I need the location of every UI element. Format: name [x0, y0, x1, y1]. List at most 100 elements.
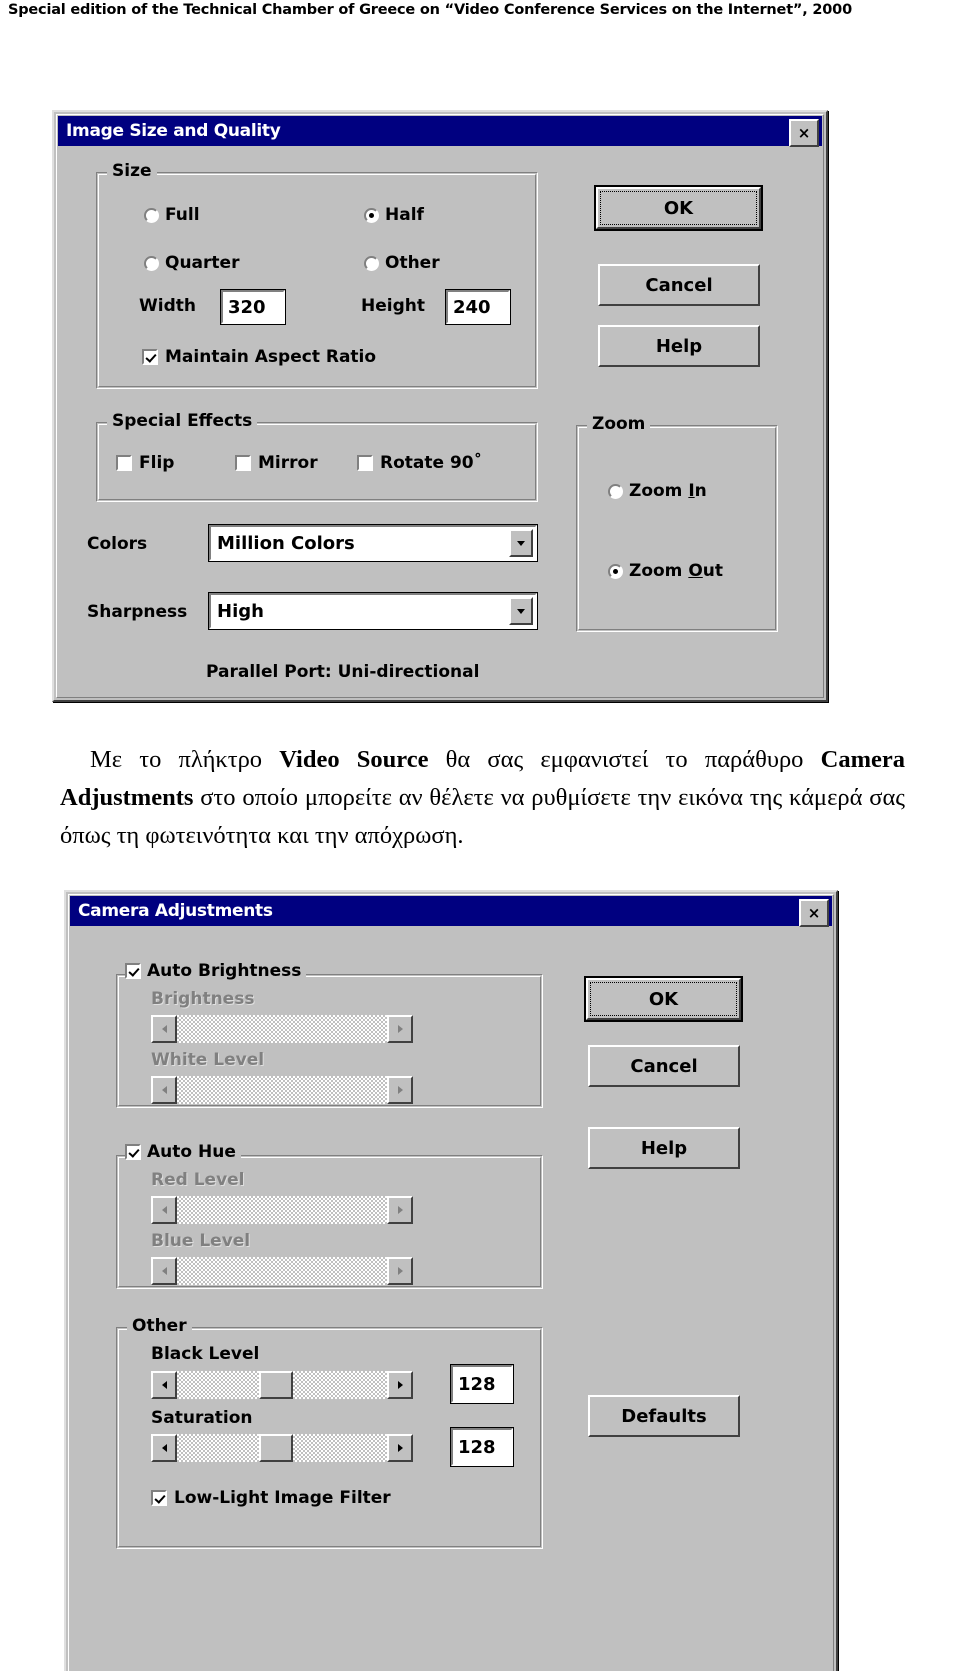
saturation-slider-left-arrow-icon[interactable]: [151, 1434, 177, 1462]
sharpness-label: Sharpness: [87, 602, 188, 622]
blue-level-slider-right-arrow-icon[interactable]: [387, 1257, 413, 1285]
defaults-button[interactable]: Defaults: [588, 1395, 740, 1437]
height-input[interactable]: 240: [445, 289, 511, 325]
black-level-slider-left-arrow-icon[interactable]: [151, 1371, 177, 1399]
radio-zoom-in-indicator[interactable]: [608, 483, 623, 499]
cancel-button-label: Cancel: [645, 274, 713, 296]
saturation-value[interactable]: 128: [450, 1427, 514, 1467]
white-level-slider-track[interactable]: [177, 1076, 387, 1104]
auto-hue-checkbox[interactable]: Auto Hue: [125, 1142, 241, 1162]
saturation-slider-right-arrow-icon[interactable]: [387, 1434, 413, 1462]
cancel-button-label: Cancel: [630, 1055, 698, 1077]
colors-label: Colors: [87, 534, 148, 554]
flip-label: Flip: [139, 453, 175, 473]
camera-adjustments-dialog: Camera Adjustments × Auto Brightness Bri…: [64, 890, 838, 1671]
auto-brightness-check-indicator[interactable]: [125, 963, 141, 979]
black-level-label: Black Level: [151, 1344, 260, 1364]
radio-full[interactable]: Full: [144, 205, 200, 225]
blue-level-slider[interactable]: [151, 1257, 413, 1285]
focus-indicator: [600, 191, 757, 225]
black-level-slider[interactable]: [151, 1371, 413, 1399]
blue-level-slider-track[interactable]: [177, 1257, 387, 1285]
red-level-slider-track[interactable]: [177, 1196, 387, 1224]
radio-quarter-indicator[interactable]: [144, 255, 159, 271]
maintain-aspect-ratio-label: Maintain Aspect Ratio: [165, 347, 377, 367]
rotate-90-checkbox[interactable]: Rotate 90˚: [357, 453, 482, 473]
black-level-slider-right-arrow-icon[interactable]: [387, 1371, 413, 1399]
mirror-checkbox[interactable]: Mirror: [235, 453, 318, 473]
flip-checkbox[interactable]: Flip: [116, 453, 174, 473]
red-level-slider[interactable]: [151, 1196, 413, 1224]
dialog2-title: Camera Adjustments: [78, 901, 273, 921]
width-label: Width: [139, 296, 196, 316]
paragraph-text-2: θα σας εμφανιστεί το παράθυρο: [428, 746, 821, 773]
ok-button[interactable]: OK: [594, 185, 763, 231]
flip-check-indicator[interactable]: [116, 455, 132, 471]
black-level-value[interactable]: 128: [450, 1364, 514, 1404]
mirror-label: Mirror: [258, 453, 318, 473]
brightness-slider-left-arrow-icon[interactable]: [151, 1015, 177, 1043]
radio-other-indicator[interactable]: [364, 255, 379, 271]
radio-half-label: Half: [385, 205, 424, 225]
dialog1-titlebar[interactable]: Image Size and Quality ×: [58, 116, 822, 147]
auto-hue-check-indicator[interactable]: [125, 1144, 141, 1160]
red-level-slider-left-arrow-icon[interactable]: [151, 1196, 177, 1224]
ok-button[interactable]: OK: [584, 976, 743, 1022]
radio-zoom-out-label: Zoom Out: [629, 561, 724, 581]
radio-zoom-out-indicator[interactable]: [608, 563, 623, 579]
paragraph-bold-video-source: Video Source: [279, 746, 429, 773]
radio-quarter-label: Quarter: [165, 253, 240, 273]
red-level-slider-right-arrow-icon[interactable]: [387, 1196, 413, 1224]
rotate-90-check-indicator[interactable]: [357, 455, 373, 471]
radio-other-label: Other: [385, 253, 440, 273]
dialog2-titlebar[interactable]: Camera Adjustments ×: [70, 896, 832, 927]
radio-quarter[interactable]: Quarter: [144, 253, 239, 273]
radio-other[interactable]: Other: [364, 253, 440, 273]
width-input[interactable]: 320: [220, 289, 286, 325]
low-light-image-filter-check-indicator[interactable]: [151, 1490, 167, 1506]
saturation-slider-track[interactable]: [177, 1434, 387, 1462]
chevron-down-icon[interactable]: [509, 529, 533, 557]
radio-full-indicator[interactable]: [144, 207, 159, 223]
saturation-slider[interactable]: [151, 1434, 413, 1462]
red-level-label: Red Level: [151, 1170, 245, 1190]
brightness-slider[interactable]: [151, 1015, 413, 1043]
white-level-slider-left-arrow-icon[interactable]: [151, 1076, 177, 1104]
saturation-slider-thumb[interactable]: [258, 1434, 293, 1462]
cancel-button[interactable]: Cancel: [588, 1045, 740, 1087]
height-label: Height: [361, 296, 425, 316]
help-button[interactable]: Help: [598, 325, 760, 367]
body-paragraph: Με το πλήκτρο Video Source θα σας εμφανι…: [60, 741, 905, 855]
help-button-label: Help: [640, 1137, 688, 1159]
radio-half[interactable]: Half: [364, 205, 424, 225]
radio-zoom-out[interactable]: Zoom Out: [608, 561, 723, 581]
chevron-down-icon[interactable]: [509, 597, 533, 625]
colors-dropdown-value: Million Colors: [217, 532, 355, 554]
size-group-label: Size: [107, 161, 157, 181]
auto-brightness-checkbox[interactable]: Auto Brightness: [125, 961, 307, 981]
radio-half-indicator[interactable]: [364, 207, 379, 223]
close-icon[interactable]: ×: [789, 119, 819, 147]
colors-dropdown[interactable]: Million Colors: [208, 524, 538, 562]
maintain-aspect-ratio-checkbox[interactable]: Maintain Aspect Ratio: [142, 347, 376, 367]
sharpness-dropdown[interactable]: High: [208, 592, 538, 630]
white-level-slider[interactable]: [151, 1076, 413, 1104]
zoom-group-label: Zoom: [587, 414, 651, 434]
help-button[interactable]: Help: [588, 1127, 740, 1169]
parallel-port-status: Parallel Port: Uni-directional: [206, 662, 480, 682]
document-running-header: Special edition of the Technical Chamber…: [8, 2, 852, 18]
mirror-check-indicator[interactable]: [235, 455, 251, 471]
help-button-label: Help: [655, 335, 703, 357]
black-level-slider-track[interactable]: [177, 1371, 387, 1399]
cancel-button[interactable]: Cancel: [598, 264, 760, 306]
maintain-aspect-ratio-check-indicator[interactable]: [142, 349, 158, 365]
radio-zoom-in[interactable]: Zoom In: [608, 481, 707, 501]
white-level-slider-right-arrow-icon[interactable]: [387, 1076, 413, 1104]
blue-level-slider-left-arrow-icon[interactable]: [151, 1257, 177, 1285]
blue-level-label: Blue Level: [151, 1231, 251, 1251]
close-icon[interactable]: ×: [799, 899, 829, 927]
brightness-slider-right-arrow-icon[interactable]: [387, 1015, 413, 1043]
black-level-slider-thumb[interactable]: [258, 1371, 293, 1399]
low-light-image-filter-checkbox[interactable]: Low-Light Image Filter: [151, 1488, 391, 1508]
brightness-slider-track[interactable]: [177, 1015, 387, 1043]
